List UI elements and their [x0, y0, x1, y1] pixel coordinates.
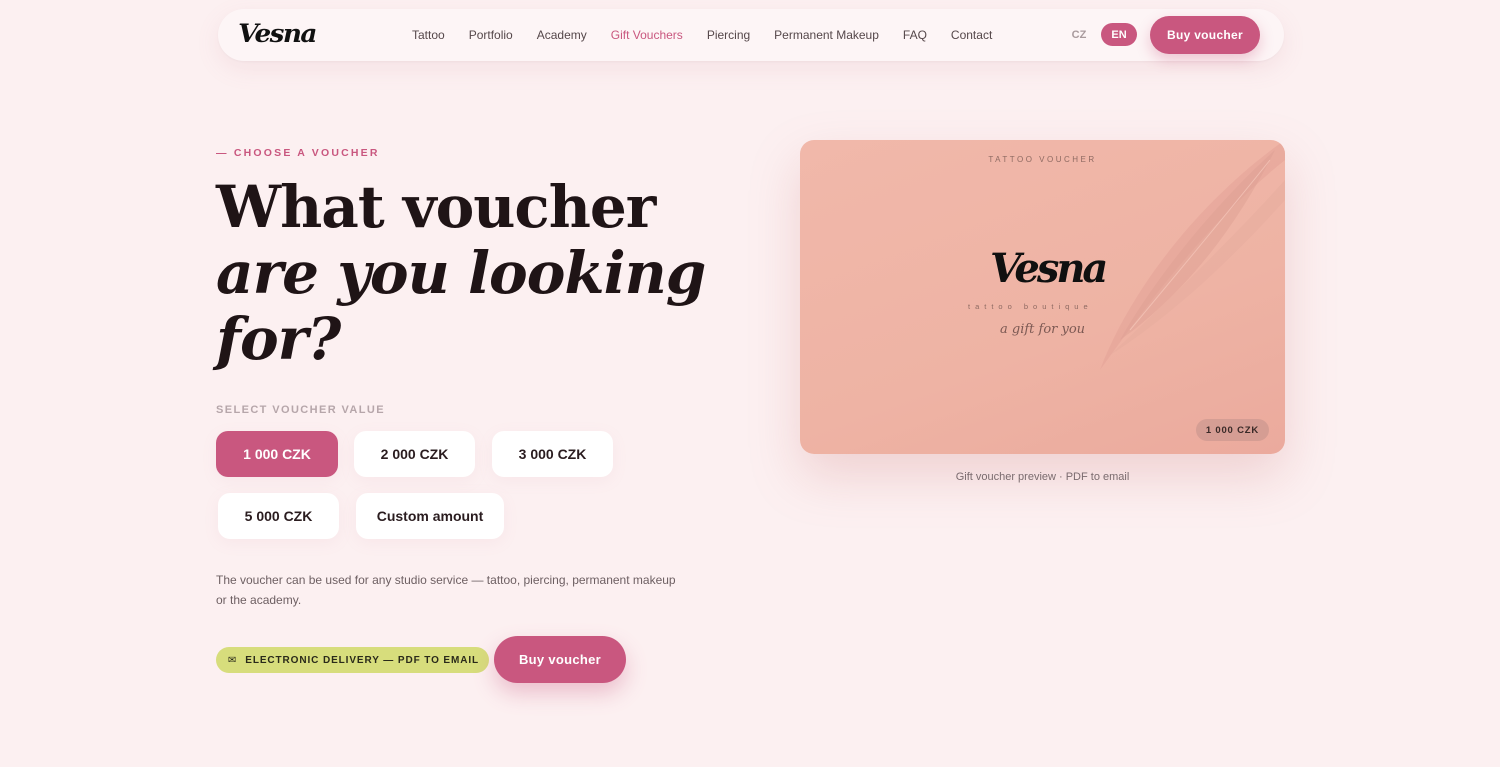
main-nav: Tattoo Portfolio Academy Gift Vouchers P…	[412, 9, 1016, 61]
delivery-label: ELECTRONIC DELIVERY — PDF TO EMAIL	[245, 654, 480, 666]
card-logo: Vesna	[990, 245, 1108, 292]
mail-icon: ✉	[228, 654, 238, 666]
voucher-card-preview: TATTOO VOUCHER Vesna tattoo boutique a g…	[800, 140, 1285, 454]
nav-link-contact[interactable]: Contact	[951, 28, 992, 42]
value-option-custom[interactable]: Custom amount	[356, 493, 504, 539]
value-option-5000[interactable]: 5 000 CZK	[218, 493, 339, 539]
card-caption: Gift voucher preview · PDF to email	[955, 471, 1130, 483]
title-line-2: are you looking	[216, 239, 706, 307]
card-subtitle: tattoo boutique	[968, 302, 1093, 311]
language-en-button[interactable]: EN	[1101, 23, 1137, 46]
nav-link-portfolio[interactable]: Portfolio	[469, 28, 513, 42]
nav-link-piercing[interactable]: Piercing	[707, 28, 750, 42]
card-eyebrow: TATTOO VOUCHER	[988, 155, 1097, 164]
nav-link-permanent-makeup[interactable]: Permanent Makeup	[774, 28, 879, 42]
page-title: What voucher are you looking for?	[216, 174, 736, 372]
brand-logo[interactable]: Vesna	[238, 19, 317, 48]
delivery-badge: ✉ ELECTRONIC DELIVERY — PDF TO EMAIL	[216, 647, 489, 673]
voucher-value-label: SELECT VOUCHER VALUE	[216, 404, 385, 416]
nav-link-tattoo[interactable]: Tattoo	[412, 28, 445, 42]
language-switcher: CZ EN	[1061, 23, 1137, 47]
nav-link-gift-vouchers[interactable]: Gift Vouchers	[611, 28, 683, 42]
voucher-description: The voucher can be used for any studio s…	[216, 573, 676, 607]
nav-buy-voucher-button[interactable]: Buy voucher	[1150, 16, 1260, 54]
title-line-1: What voucher	[216, 173, 656, 241]
value-option-2000[interactable]: 2 000 CZK	[354, 431, 475, 477]
top-navbar: Vesna Tattoo Portfolio Academy Gift Vouc…	[218, 9, 1284, 61]
card-amount-badge: 1 000 CZK	[1195, 419, 1269, 441]
section-eyebrow: — CHOOSE A VOUCHER	[216, 147, 380, 159]
title-line-3: for?	[216, 305, 341, 373]
nav-link-academy[interactable]: Academy	[537, 28, 587, 42]
leaf-decoration-icon	[1100, 140, 1285, 370]
value-option-1000[interactable]: 1 000 CZK	[216, 431, 338, 477]
value-option-3000[interactable]: 3 000 CZK	[492, 431, 613, 477]
nav-link-faq[interactable]: FAQ	[903, 28, 927, 42]
card-tagline: a gift for you	[1000, 322, 1086, 337]
language-cz-button[interactable]: CZ	[1061, 23, 1097, 46]
buy-voucher-button[interactable]: Buy voucher	[494, 636, 626, 683]
